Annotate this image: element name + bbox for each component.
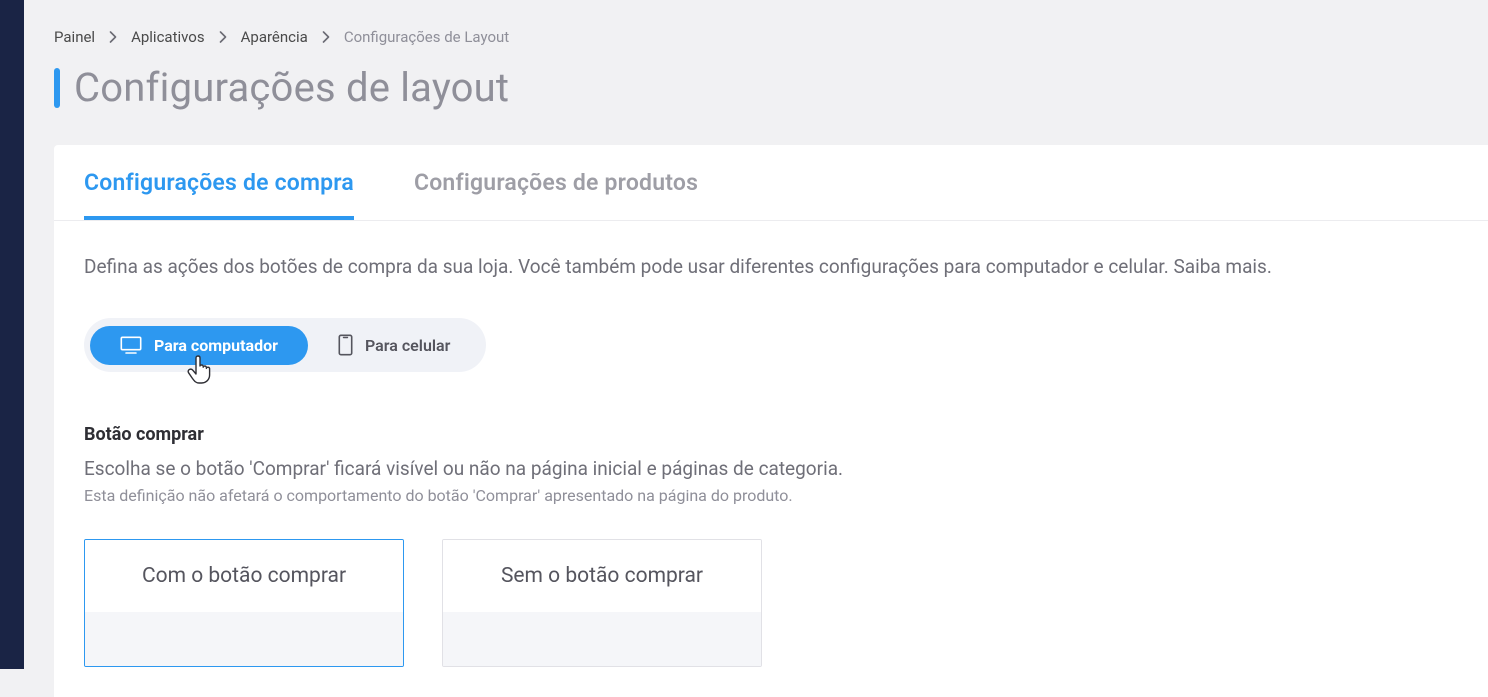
sidebar-nav bbox=[0, 0, 24, 669]
tab-purchase-settings[interactable]: Configurações de compra bbox=[84, 145, 354, 220]
option-without-buy-button[interactable]: Sem o botão comprar bbox=[442, 539, 762, 667]
buy-button-section-title: Botão comprar bbox=[84, 424, 1458, 445]
page-title-wrap: Configurações de layout bbox=[54, 64, 1488, 111]
breadcrumb-link-aparencia[interactable]: Aparência bbox=[241, 28, 308, 46]
tab-product-settings[interactable]: Configurações de produtos bbox=[414, 145, 698, 220]
device-toggle: Para computador Para celular bbox=[84, 318, 486, 372]
breadcrumb: Painel Aplicativos Aparência Configuraçõ… bbox=[54, 28, 1488, 46]
breadcrumb-link-painel[interactable]: Painel bbox=[54, 28, 95, 46]
panel-body: Defina as ações dos botões de compra da … bbox=[54, 221, 1488, 697]
buy-button-section-description: Escolha se o botão 'Comprar' ficará visí… bbox=[84, 457, 1458, 480]
chevron-right-icon bbox=[219, 31, 227, 43]
option-card-label: Sem o botão comprar bbox=[443, 540, 761, 612]
buy-button-option-cards: Com o botão comprar Sem o botão comprar bbox=[84, 539, 1458, 667]
learn-more-link[interactable]: Saiba mais. bbox=[1173, 255, 1271, 278]
title-accent-bar bbox=[54, 68, 60, 108]
page-title: Configurações de layout bbox=[74, 64, 509, 111]
desktop-icon bbox=[120, 336, 142, 354]
device-mobile-label: Para celular bbox=[365, 336, 450, 355]
settings-panel: Configurações de compra Configurações de… bbox=[54, 145, 1488, 697]
cursor-hand-icon bbox=[186, 355, 212, 389]
intro-text: Defina as ações dos botões de compra da … bbox=[84, 255, 1458, 278]
page-container: Painel Aplicativos Aparência Configuraçõ… bbox=[24, 0, 1488, 669]
chevron-right-icon bbox=[109, 31, 117, 43]
device-mobile-button[interactable]: Para celular bbox=[308, 324, 480, 366]
device-desktop-button[interactable]: Para computador bbox=[90, 326, 308, 365]
option-card-preview bbox=[85, 612, 403, 666]
chevron-right-icon bbox=[322, 31, 330, 43]
breadcrumb-link-aplicativos[interactable]: Aplicativos bbox=[131, 28, 205, 46]
option-card-preview bbox=[443, 612, 761, 666]
device-desktop-label: Para computador bbox=[154, 336, 278, 355]
option-with-buy-button[interactable]: Com o botão comprar bbox=[84, 539, 404, 667]
mobile-icon bbox=[338, 334, 353, 356]
intro-text-body: Defina as ações dos botões de compra da … bbox=[84, 255, 1173, 278]
buy-button-section-note: Esta definição não afetará o comportamen… bbox=[84, 486, 1458, 505]
option-card-label: Com o botão comprar bbox=[85, 540, 403, 612]
tabs: Configurações de compra Configurações de… bbox=[54, 145, 1488, 221]
breadcrumb-current: Configurações de Layout bbox=[344, 28, 509, 46]
